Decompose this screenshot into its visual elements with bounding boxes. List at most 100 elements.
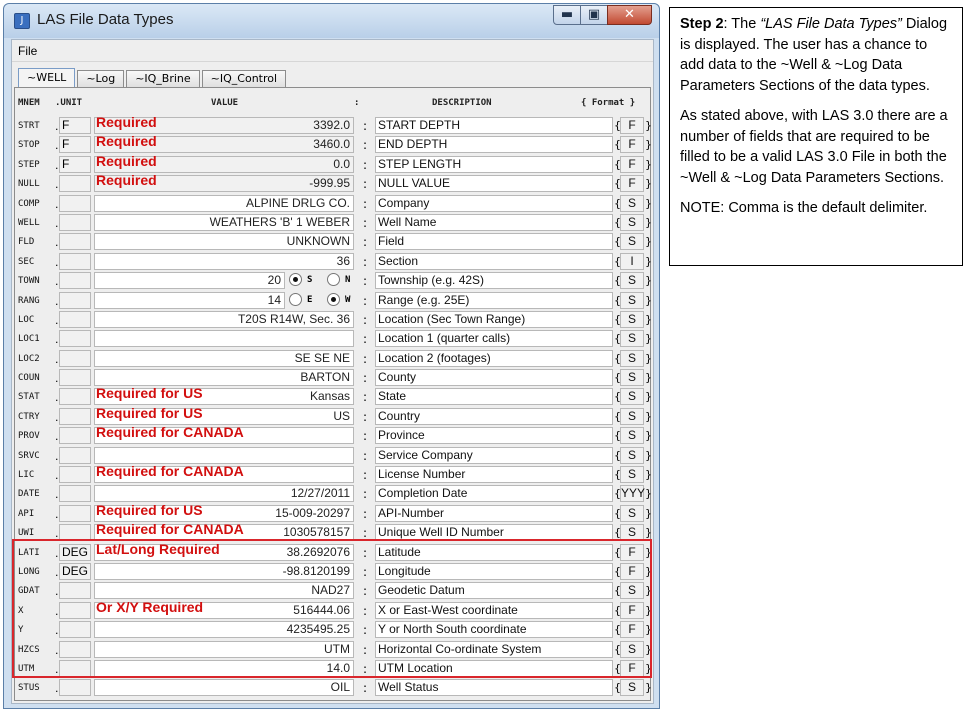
- unit-field-town[interactable]: [59, 272, 91, 290]
- unit-field-rang[interactable]: [59, 291, 91, 309]
- value-field-rang[interactable]: 14: [94, 291, 285, 309]
- title-bar[interactable]: J LAS File Data Types ▬ ▣ ✕: [4, 4, 659, 38]
- format-field-strt[interactable]: F: [620, 117, 644, 134]
- value-field-srvc[interactable]: [94, 446, 354, 464]
- tab-well[interactable]: ~WELL: [18, 68, 76, 88]
- description-field-loc2[interactable]: Location 2 (footages): [375, 349, 613, 367]
- format-field-town[interactable]: S: [620, 272, 644, 290]
- description-field-prov[interactable]: Province: [375, 427, 613, 445]
- unit-field-date[interactable]: [59, 485, 91, 503]
- format-field-stus[interactable]: S: [620, 679, 644, 697]
- format-field-well[interactable]: S: [620, 213, 644, 231]
- description-field-srvc[interactable]: Service Company: [375, 446, 613, 464]
- unit-field-stop[interactable]: F: [59, 136, 91, 154]
- description-field-sec[interactable]: Section: [375, 252, 613, 270]
- format-field-coun[interactable]: S: [620, 369, 644, 387]
- unit-field-stat[interactable]: [59, 388, 91, 406]
- unit-field-loc[interactable]: [59, 310, 91, 328]
- radio-rang-e[interactable]: [289, 292, 302, 306]
- format-field-rang[interactable]: S: [620, 291, 644, 309]
- unit-field-ctry[interactable]: [59, 407, 91, 425]
- close-button[interactable]: ✕: [607, 5, 652, 25]
- format-field-api[interactable]: S: [620, 504, 644, 522]
- description-field-api[interactable]: API-Number: [375, 504, 613, 522]
- format-field-null[interactable]: F: [620, 175, 644, 193]
- unit-field-comp[interactable]: [59, 194, 91, 212]
- format-field-comp[interactable]: S: [620, 194, 644, 212]
- maximize-button[interactable]: ▣: [580, 5, 608, 25]
- format-field-sec[interactable]: I: [620, 252, 644, 270]
- value-field-lic[interactable]: [94, 466, 354, 484]
- description-field-town[interactable]: Township (e.g. 42S): [375, 272, 613, 290]
- value-field-stus[interactable]: OIL: [94, 679, 354, 697]
- value-field-date[interactable]: 12/27/2011: [94, 485, 354, 503]
- value-field-well[interactable]: WEATHERS 'B' 1 WEBER: [94, 213, 354, 231]
- description-field-stop[interactable]: END DEPTH: [375, 136, 613, 154]
- description-field-loc[interactable]: Location (Sec Town Range): [375, 310, 613, 328]
- description-field-rang[interactable]: Range (e.g. 25E): [375, 291, 613, 309]
- unit-field-lic[interactable]: [59, 466, 91, 484]
- description-field-well[interactable]: Well Name: [375, 213, 613, 231]
- unit-field-coun[interactable]: [59, 369, 91, 387]
- description-field-loc1[interactable]: Location 1 (quarter calls): [375, 330, 613, 348]
- description-field-null[interactable]: NULL VALUE: [375, 175, 613, 193]
- unit-field-loc1[interactable]: [59, 330, 91, 348]
- format-field-srvc[interactable]: S: [620, 446, 644, 464]
- unit-field-fld[interactable]: [59, 233, 91, 251]
- unit-field-api[interactable]: [59, 504, 91, 522]
- value-field-comp[interactable]: ALPINE DRLG CO.: [94, 194, 354, 212]
- format-field-fld[interactable]: S: [620, 233, 644, 251]
- value-field-null[interactable]: -999.95: [94, 175, 354, 193]
- value-field-fld[interactable]: UNKNOWN: [94, 233, 354, 251]
- value-field-stat[interactable]: Kansas: [94, 388, 354, 406]
- unit-field-strt[interactable]: F: [59, 117, 91, 134]
- unit-field-well[interactable]: [59, 213, 91, 231]
- menu-file[interactable]: File: [12, 40, 43, 62]
- value-field-stop[interactable]: 3460.0: [94, 136, 354, 154]
- description-field-stus[interactable]: Well Status: [375, 679, 613, 697]
- description-field-comp[interactable]: Company: [375, 194, 613, 212]
- value-field-prov[interactable]: [94, 427, 354, 445]
- value-field-api[interactable]: 15-009-20297: [94, 504, 354, 522]
- minimize-button[interactable]: ▬: [553, 5, 581, 25]
- unit-field-null[interactable]: [59, 175, 91, 193]
- format-field-lic[interactable]: S: [620, 466, 644, 484]
- value-field-sec[interactable]: 36: [94, 252, 354, 270]
- unit-field-loc2[interactable]: [59, 349, 91, 367]
- tab-log[interactable]: ~Log: [77, 70, 125, 88]
- description-field-coun[interactable]: County: [375, 369, 613, 387]
- unit-field-stus[interactable]: [59, 679, 91, 697]
- value-field-loc2[interactable]: SE SE NE: [94, 349, 354, 367]
- format-field-loc1[interactable]: S: [620, 330, 644, 348]
- format-field-prov[interactable]: S: [620, 427, 644, 445]
- radio-town-s[interactable]: [289, 273, 302, 287]
- description-field-stat[interactable]: State: [375, 388, 613, 406]
- tab-iq-brine[interactable]: ~IQ_Brine: [126, 70, 200, 88]
- unit-field-prov[interactable]: [59, 427, 91, 445]
- format-field-stop[interactable]: F: [620, 136, 644, 154]
- radio-town-n[interactable]: [327, 273, 340, 287]
- radio-rang-w[interactable]: [327, 292, 340, 306]
- value-field-strt[interactable]: 3392.0: [94, 117, 354, 134]
- value-field-loc1[interactable]: [94, 330, 354, 348]
- format-field-stat[interactable]: S: [620, 388, 644, 406]
- tab-iq-control[interactable]: ~IQ_Control: [201, 70, 287, 88]
- value-field-town[interactable]: 20: [94, 272, 285, 290]
- description-field-fld[interactable]: Field: [375, 233, 613, 251]
- description-field-step[interactable]: STEP LENGTH: [375, 155, 613, 173]
- description-field-date[interactable]: Completion Date: [375, 485, 613, 503]
- value-field-loc[interactable]: T20S R14W, Sec. 36: [94, 310, 354, 328]
- value-field-coun[interactable]: BARTON: [94, 369, 354, 387]
- description-field-ctry[interactable]: Country: [375, 407, 613, 425]
- format-field-date[interactable]: YYY: [620, 485, 645, 503]
- format-field-step[interactable]: F: [620, 155, 644, 173]
- description-field-strt[interactable]: START DEPTH: [375, 117, 613, 134]
- unit-field-srvc[interactable]: [59, 446, 91, 464]
- description-field-lic[interactable]: License Number: [375, 466, 613, 484]
- value-field-ctry[interactable]: US: [94, 407, 354, 425]
- format-field-loc2[interactable]: S: [620, 349, 644, 367]
- format-field-loc[interactable]: S: [620, 310, 644, 328]
- unit-field-step[interactable]: F: [59, 155, 91, 173]
- unit-field-sec[interactable]: [59, 252, 91, 270]
- format-field-ctry[interactable]: S: [620, 407, 644, 425]
